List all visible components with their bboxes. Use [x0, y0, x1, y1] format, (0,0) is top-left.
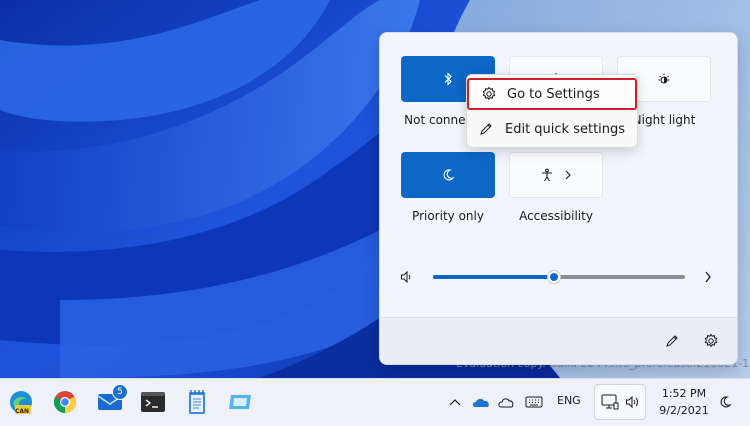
quick-settings-footer [380, 317, 737, 364]
gear-icon[interactable] [703, 333, 719, 349]
audio-output-chevron-icon[interactable] [704, 271, 712, 283]
volume-icon [625, 395, 641, 409]
chevron-right-icon [564, 170, 572, 180]
edit-quick-settings-menu-item[interactable]: Edit quick settings [467, 113, 637, 145]
chrome-icon [54, 391, 76, 413]
mail-app[interactable]: 5 [95, 384, 128, 417]
focus-assist-moon-icon[interactable] [716, 391, 734, 413]
clock-date: 9/2/2021 [659, 404, 709, 417]
onedrive-icon[interactable] [470, 391, 492, 413]
night-light-icon [657, 72, 671, 86]
mail-unread-badge: 5 [112, 384, 128, 400]
input-language-indicator[interactable]: ENG [557, 394, 581, 407]
clock-time: 1:52 PM [661, 387, 707, 400]
cloud-icon[interactable] [495, 391, 517, 413]
accessibility-icon [540, 168, 554, 182]
speaker-icon[interactable] [400, 270, 414, 284]
focus-assist-tile[interactable] [401, 152, 495, 198]
bluetooth-icon [442, 72, 454, 86]
pencil-icon[interactable] [665, 334, 679, 348]
remote-desktop-app[interactable] [225, 387, 255, 417]
edit-quick-settings-label: Edit quick settings [505, 121, 626, 137]
volume-slider-thumb[interactable] [546, 270, 561, 284]
chrome-app[interactable] [50, 387, 80, 417]
remote-desktop-icon [229, 395, 251, 409]
notepad-icon [189, 390, 205, 414]
terminal-app[interactable] [138, 387, 168, 417]
keyboard-icon[interactable] [523, 391, 545, 413]
volume-slider[interactable] [433, 270, 685, 284]
go-to-settings-label: Go to Settings [507, 86, 600, 102]
network-volume-tray-button[interactable] [594, 384, 646, 420]
go-to-settings-menu-item[interactable]: Go to Settings [467, 78, 637, 110]
pencil-icon [479, 122, 495, 136]
notepad-app[interactable] [182, 387, 212, 417]
volume-row [380, 263, 737, 293]
focus-moon-icon [441, 168, 455, 182]
accessibility-tile[interactable] [509, 152, 603, 198]
show-hidden-icons-chevron[interactable] [448, 391, 462, 413]
accessibility-tile-label: Accessibility [519, 209, 593, 223]
terminal-icon [141, 392, 165, 412]
edge-canary-app[interactable]: CAN [6, 387, 36, 417]
taskbar: CAN 5 ENG 1:52 PM 9/2/2021 [0, 378, 750, 426]
tile-context-menu: Go to Settings Edit quick settings [466, 74, 638, 148]
edge-canary-badge: CAN [15, 408, 30, 415]
volume-slider-fill [433, 275, 554, 279]
gear-icon [481, 86, 497, 102]
network-ethernet-icon [601, 394, 619, 410]
clock[interactable]: 1:52 PM 9/2/2021 [656, 385, 712, 419]
focus-assist-tile-label: Priority only [412, 209, 484, 223]
